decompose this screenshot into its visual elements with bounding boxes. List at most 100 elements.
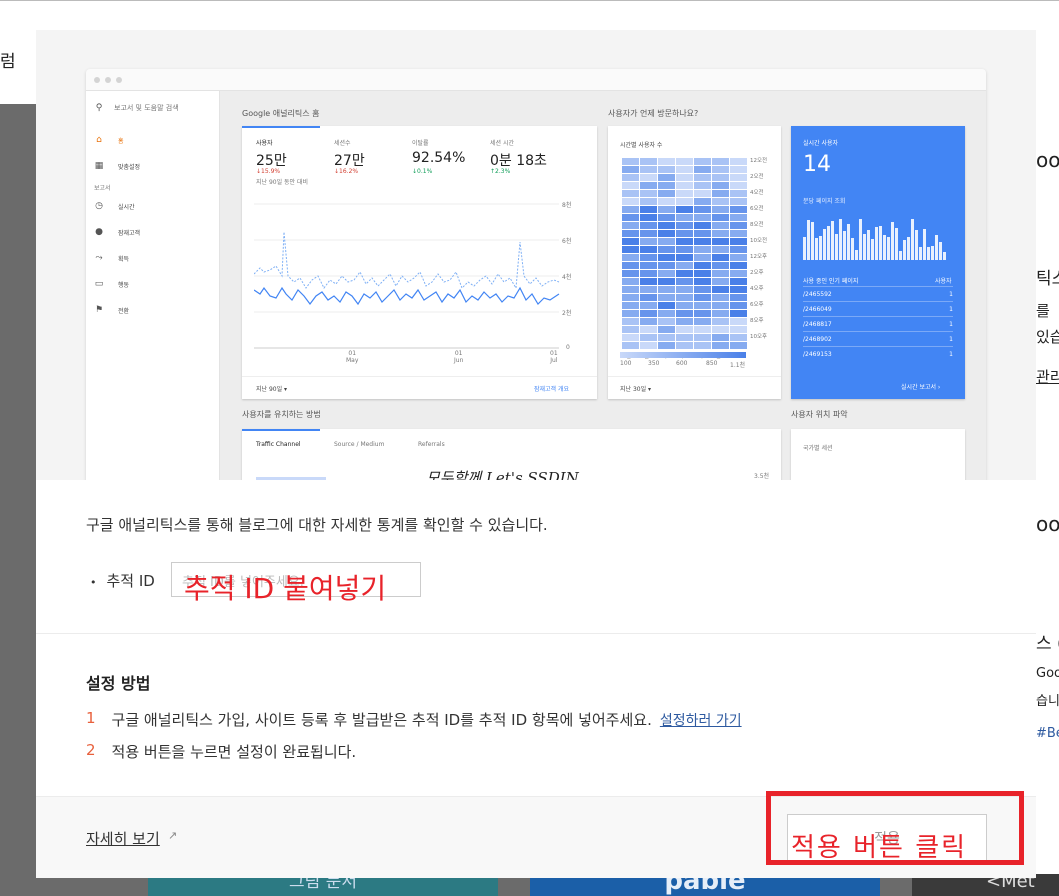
- bg-fragment: 관리: [1036, 368, 1059, 386]
- metric-value: 25만: [256, 153, 287, 169]
- heatmap-cell: [730, 198, 747, 205]
- heatmap-cell: [622, 214, 639, 221]
- heatmap-cell: [730, 166, 747, 173]
- heatmap-cell: [676, 318, 693, 325]
- home-icon: ⌂: [96, 135, 102, 145]
- heatmap-cell: [622, 182, 639, 189]
- metric-value: 0분 18초: [490, 153, 547, 169]
- heatmap-cell: [676, 222, 693, 229]
- divider: [36, 633, 1036, 634]
- realtime-count: 14: [803, 152, 831, 177]
- heatmap-cell: [658, 342, 675, 349]
- heatmap-cell: [658, 334, 675, 341]
- heatmap-cell: [676, 238, 693, 245]
- heatmap-cell: [730, 222, 747, 229]
- heatmap-cell: [676, 182, 693, 189]
- heatmap-cell: [712, 262, 729, 269]
- heatmap-cell: [712, 278, 729, 285]
- hour-label: 8오전: [750, 222, 764, 228]
- heatmap-cell: [676, 214, 693, 221]
- users-line-chart: [254, 203, 560, 349]
- sidebar-item-home: ⌂ 홈: [94, 135, 123, 145]
- heatmap-cell: [658, 230, 675, 237]
- heatmap-cell: [712, 206, 729, 213]
- bg-fragment: 있습: [1036, 328, 1059, 346]
- realtime-bar: [923, 229, 926, 260]
- audience-overview-link: 잠재고객 개요: [534, 386, 570, 393]
- heatmap-cell: [730, 294, 747, 301]
- sidebar-item-behavior: ▭ 행동: [94, 279, 130, 289]
- heatmap-cell: [694, 246, 711, 253]
- heatmap-cell: [676, 334, 693, 341]
- metric-value: 27만: [334, 153, 365, 169]
- sidebar-section-reports: 보고서: [94, 185, 111, 192]
- dialog-footer: 자세히 보기 ↗ 적용 적용 버튼 클릭: [36, 791, 1036, 878]
- learn-more-link[interactable]: 자세히 보기: [86, 828, 160, 849]
- heatmap-cell: [694, 294, 711, 301]
- dashboard-icon: ▦: [94, 161, 104, 171]
- realtime-bar: [903, 240, 906, 260]
- hour-label: 4오후: [750, 286, 764, 292]
- heatmap-cell: [730, 174, 747, 181]
- realtime-bar: [807, 220, 810, 260]
- heatmap-cell: [658, 294, 675, 301]
- heatmap-cell: [640, 286, 657, 293]
- heatmap-cell: [676, 262, 693, 269]
- y-tick: 4천: [562, 274, 572, 281]
- sidebar-item-custom: ▦ 맞춤설정: [94, 161, 141, 171]
- heatmap-cell: [640, 222, 657, 229]
- heatmap-cell: [658, 190, 675, 197]
- heatmap-cell: [694, 158, 711, 165]
- heatmap-cell: [640, 246, 657, 253]
- tab-referrals: Referrals: [418, 441, 445, 448]
- heatmap-cell: [676, 310, 693, 317]
- heatmap-cell: [712, 310, 729, 317]
- metric-change: ↓0.1%: [412, 168, 433, 175]
- heatmap-scale: [620, 352, 746, 358]
- step-text: 적용 버튼을 누르면 설정이 완료됩니다.: [111, 743, 357, 761]
- heatmap-cell: [622, 230, 639, 237]
- heatmap-cell: [676, 302, 693, 309]
- heatmap-cell: [658, 286, 675, 293]
- home-title: Google 애널리틱스 홈: [242, 109, 320, 118]
- heatmap-cell: [730, 254, 747, 261]
- hour-label: 10오후: [750, 334, 768, 340]
- heatmap-cell: [730, 182, 747, 189]
- realtime-bar: [839, 219, 842, 260]
- metric-label: 세션수: [334, 140, 351, 147]
- realtime-bar: [919, 247, 922, 260]
- realtime-bar: [847, 224, 850, 260]
- search-placeholder: 보고서 및 도움말 검색: [114, 104, 179, 112]
- overview-card: 사용자 25만 ↓15.9% 지난 90일 동안 대비 세션수 27만 ↓16.…: [242, 126, 597, 399]
- x-tick: 01 Jul: [550, 350, 558, 364]
- heatmap-cell: [730, 214, 747, 221]
- heatmap-card: 시간별 사용자 수 12오전 2오전 4오전 6오전 8오전 10오전 12오후 2오후 4오후…: [608, 126, 781, 399]
- realtime-row: /2469153 1: [803, 346, 953, 358]
- location-title: 사용자 위치 파악: [791, 410, 848, 419]
- setup-link[interactable]: 설정하러 가기: [660, 713, 742, 729]
- y-tick: 2천: [562, 310, 572, 317]
- heatmap-cell: [622, 246, 639, 253]
- heatmap-cell: [676, 286, 693, 293]
- heatmap-cell: [712, 254, 729, 261]
- heatmap-cell: [712, 174, 729, 181]
- bg-fragment: #Be: [1036, 726, 1059, 741]
- heatmap-cell: [658, 302, 675, 309]
- behavior-icon: ▭: [94, 279, 104, 289]
- realtime-bar: [879, 226, 882, 260]
- hour-label: 4오전: [750, 190, 764, 196]
- bg-fragment: 스 (: [1036, 634, 1059, 654]
- visit-title: 사용자가 언제 방문하나요?: [608, 109, 699, 118]
- heatmap-cell: [694, 278, 711, 285]
- heatmap-cell: [676, 246, 693, 253]
- metric-change: ↑2.3%: [490, 168, 511, 175]
- heatmap-cell: [640, 182, 657, 189]
- heatmap-cell: [676, 174, 693, 181]
- metric-label: 사용자: [256, 140, 273, 147]
- heatmap-cell: [640, 334, 657, 341]
- heatmap-cell: [712, 166, 729, 173]
- heatmap-cell: [712, 214, 729, 221]
- heatmap-cell: [640, 174, 657, 181]
- heatmap-cell: [694, 342, 711, 349]
- heatmap-cell: [712, 294, 729, 301]
